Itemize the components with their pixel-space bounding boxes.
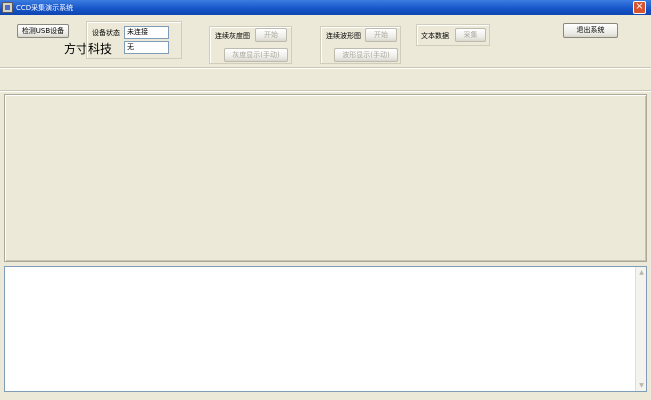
- text-data-label: 文本数据: [421, 32, 449, 40]
- data-output-textbox[interactable]: ▲ ▼: [4, 266, 647, 392]
- vertical-scrollbar[interactable]: ▲ ▼: [635, 267, 646, 391]
- scroll-down-icon[interactable]: ▼: [637, 381, 646, 390]
- title-bar: CCD采集演示系统 ×: [0, 0, 651, 15]
- toolbar-divider-highlight: [0, 68, 651, 69]
- waveform-manual-button[interactable]: 波形显示(手动): [334, 48, 398, 62]
- gray-start-button[interactable]: 开始: [255, 28, 287, 42]
- device-status-label: 设备状态: [92, 29, 120, 37]
- status-divider-highlight: [0, 91, 651, 92]
- app-icon: [2, 2, 13, 13]
- waveform-start-button[interactable]: 开始: [365, 28, 397, 42]
- image-display-panel: [4, 94, 647, 262]
- exit-button[interactable]: 退出系统: [563, 23, 618, 38]
- waveform-label: 连续波形图: [326, 32, 361, 40]
- close-button[interactable]: ×: [633, 1, 646, 14]
- text-collect-button[interactable]: 采集: [455, 28, 486, 42]
- device-info-field[interactable]: 无: [124, 41, 169, 54]
- gray-manual-button[interactable]: 灰度显示(手动): [224, 48, 288, 62]
- device-status-field[interactable]: 未连接: [124, 26, 169, 39]
- window-title: CCD采集演示系统: [16, 4, 74, 12]
- scroll-up-icon[interactable]: ▲: [637, 268, 646, 277]
- gray-image-label: 连续灰度图: [215, 32, 250, 40]
- detect-usb-button[interactable]: 检测USB设备: [17, 24, 69, 38]
